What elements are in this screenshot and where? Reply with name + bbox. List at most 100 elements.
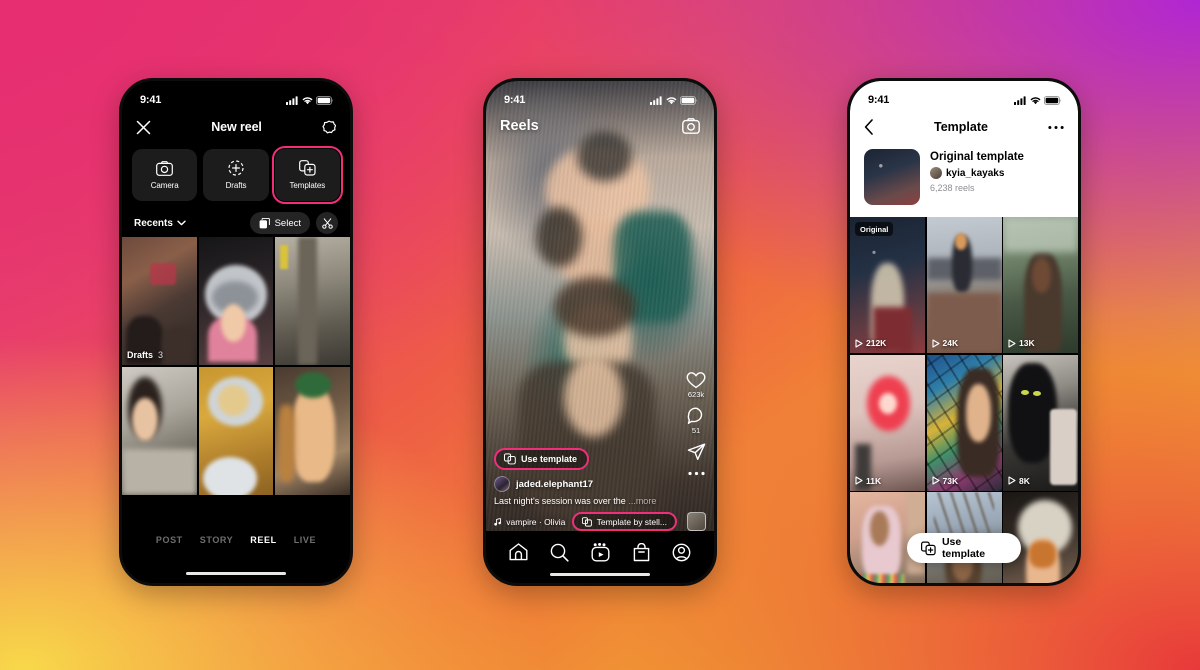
comment-button[interactable]: 51 — [687, 407, 705, 435]
play-icon — [855, 476, 863, 485]
use-template-button[interactable]: Use template — [494, 448, 590, 470]
select-label: Select — [274, 217, 301, 229]
use-template-button[interactable]: Use template — [907, 533, 1021, 563]
play-count: 73K — [931, 476, 958, 486]
shop-icon[interactable] — [633, 543, 650, 562]
play-count: 11K — [855, 476, 881, 486]
mode-card-label: Templates — [289, 181, 326, 190]
heart-icon — [686, 372, 706, 389]
status-icons — [1014, 95, 1062, 105]
play-count-value: 212K — [866, 338, 887, 348]
status-time: 9:41 — [140, 94, 162, 106]
gallery-toolbar: Recents Select — [122, 209, 350, 237]
phone-mockup-reels: 9:41 Reels 623k 51 Use template jaded.el… — [483, 78, 717, 586]
grid-item[interactable]: 24K — [926, 217, 1002, 353]
gallery-item[interactable] — [275, 237, 350, 365]
scissors-icon — [321, 217, 333, 229]
capture-mode-live[interactable]: LIVE — [294, 535, 316, 545]
grid-item[interactable]: Original 212K — [850, 217, 925, 353]
original-badge: Original — [855, 222, 894, 236]
caption-text: Last night's session was over the — [494, 496, 626, 506]
mode-card-templates[interactable]: Templates — [271, 146, 343, 204]
drafts-badge-label: Drafts — [127, 350, 154, 360]
use-template-label: Use template — [941, 536, 986, 560]
reels-icon[interactable] — [591, 543, 610, 562]
template-nav: Template — [850, 111, 1078, 143]
post-caption[interactable]: Last night's session was over the ...mor… — [494, 496, 706, 506]
gallery-item[interactable] — [198, 237, 274, 365]
close-icon[interactable] — [136, 120, 151, 135]
status-bar: 9:41 — [122, 81, 350, 111]
template-summary: Original template kyia_kayaks 6,238 reel… — [850, 143, 1078, 217]
page-title: New reel — [211, 120, 262, 134]
grid-item[interactable]: 8K — [1003, 354, 1078, 491]
grid-item[interactable]: 13K — [1003, 217, 1078, 353]
comment-count: 51 — [691, 426, 701, 435]
wifi-icon — [666, 96, 677, 104]
battery-icon — [316, 95, 333, 105]
gallery-item[interactable]: Drafts 3 — [122, 237, 197, 365]
settings-icon[interactable] — [322, 120, 336, 134]
play-icon — [1008, 476, 1016, 485]
capture-mode-post[interactable]: POST — [156, 535, 183, 545]
avatar — [494, 476, 510, 492]
play-icon — [1008, 338, 1016, 348]
drafts-plus-icon — [228, 160, 244, 176]
post-author[interactable]: jaded.elephant17 — [494, 476, 706, 492]
template-reels-count: 6,238 reels — [930, 183, 975, 193]
play-icon — [931, 476, 940, 485]
grid-item[interactable]: 11K — [850, 354, 925, 491]
reels-title: Reels — [500, 118, 539, 134]
template-credit-button[interactable]: Template by stell... — [571, 512, 677, 531]
play-count: 13K — [1008, 338, 1035, 348]
source-picker[interactable]: Recents — [134, 218, 186, 229]
scissors-button[interactable] — [316, 212, 338, 234]
avatar — [930, 167, 942, 179]
grid-item[interactable]: 73K — [926, 354, 1002, 491]
camera-icon[interactable] — [682, 118, 700, 134]
play-icon — [855, 338, 863, 348]
reel-info: Use template jaded.elephant17 Last night… — [486, 448, 714, 531]
capture-modes: POST STORY REEL LIVE — [156, 535, 316, 545]
gallery-item[interactable] — [122, 367, 197, 495]
templates-icon — [921, 540, 936, 555]
mode-card-camera[interactable]: Camera — [132, 149, 198, 201]
toolbar-actions: Select — [249, 212, 338, 234]
reels-header: Reels — [486, 111, 714, 141]
more-horizontal-icon[interactable] — [1048, 125, 1064, 130]
template-meta: Original template kyia_kayaks 6,238 reel… — [930, 149, 1024, 205]
caption-more-link[interactable]: ...more — [628, 496, 656, 506]
status-bar: 9:41 — [850, 81, 1078, 111]
cellular-icon — [286, 95, 298, 105]
battery-icon — [1044, 95, 1061, 105]
profile-icon[interactable] — [672, 543, 691, 562]
source-picker-label: Recents — [134, 217, 173, 229]
home-icon[interactable] — [509, 543, 528, 561]
status-time: 9:41 — [868, 94, 890, 106]
play-count-value: 11K — [866, 475, 882, 486]
template-author[interactable]: kyia_kayaks — [930, 167, 1024, 179]
template-name: Original template — [930, 151, 1024, 163]
template-thumbnail[interactable] — [864, 149, 920, 205]
search-icon[interactable] — [550, 543, 569, 562]
home-indicator — [550, 572, 650, 576]
play-count-value: 13K — [1019, 338, 1035, 348]
back-chevron-icon[interactable] — [864, 119, 874, 135]
page-title: Template — [934, 120, 988, 134]
select-button[interactable]: Select — [249, 212, 310, 234]
play-count: 24K — [931, 338, 958, 348]
template-reels-grid: Original 212K 24K 13K 11K 73K 8K — [850, 217, 1078, 583]
composer-nav: New reel — [122, 111, 350, 143]
wifi-icon — [1030, 96, 1041, 104]
mode-card-drafts[interactable]: Drafts — [203, 149, 269, 201]
like-button[interactable]: 623k — [686, 371, 706, 399]
template-credit-label: Template by stell... — [596, 516, 667, 527]
gallery-item[interactable] — [198, 367, 274, 495]
templates-icon — [504, 453, 516, 465]
music-title[interactable]: vampire · Olivia R... — [506, 517, 566, 527]
gallery-item[interactable] — [275, 367, 350, 495]
capture-mode-reel[interactable]: REEL — [250, 535, 276, 545]
capture-mode-story[interactable]: STORY — [200, 535, 234, 545]
use-template-label: Use template — [521, 454, 578, 464]
audio-thumbnail[interactable] — [687, 512, 706, 531]
